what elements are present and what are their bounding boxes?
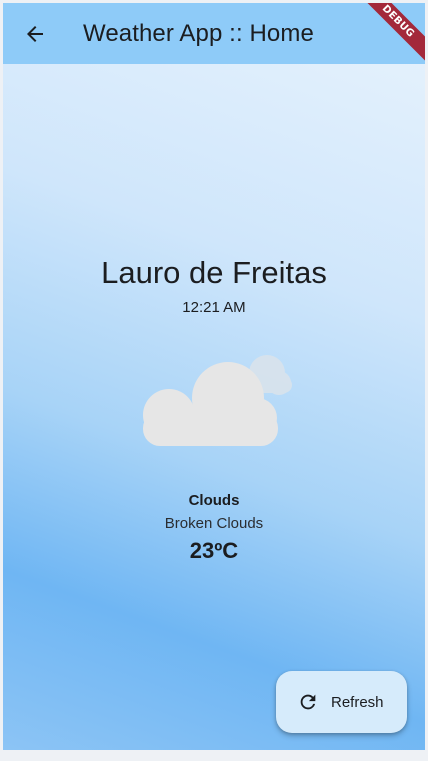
app-bar-title: Weather App :: Home <box>83 19 314 47</box>
weather-condition: Clouds <box>188 492 240 509</box>
app-bar: Weather App :: Home <box>3 3 425 64</box>
refresh-icon <box>297 691 319 713</box>
weather-description: Broken Clouds <box>164 515 264 532</box>
city-name: Lauro de Freitas <box>101 255 327 290</box>
refresh-button[interactable]: Refresh <box>276 671 407 733</box>
arrow-back-icon <box>27 25 43 42</box>
back-button[interactable] <box>21 20 49 48</box>
refresh-button-label: Refresh <box>331 693 384 711</box>
app-screen: Weather App :: Home DEBUG Lauro de Freit… <box>3 3 425 750</box>
temperature: 23ºC <box>189 538 239 563</box>
local-time: 12:21 AM <box>182 299 246 316</box>
broken-clouds-icon <box>143 355 292 446</box>
